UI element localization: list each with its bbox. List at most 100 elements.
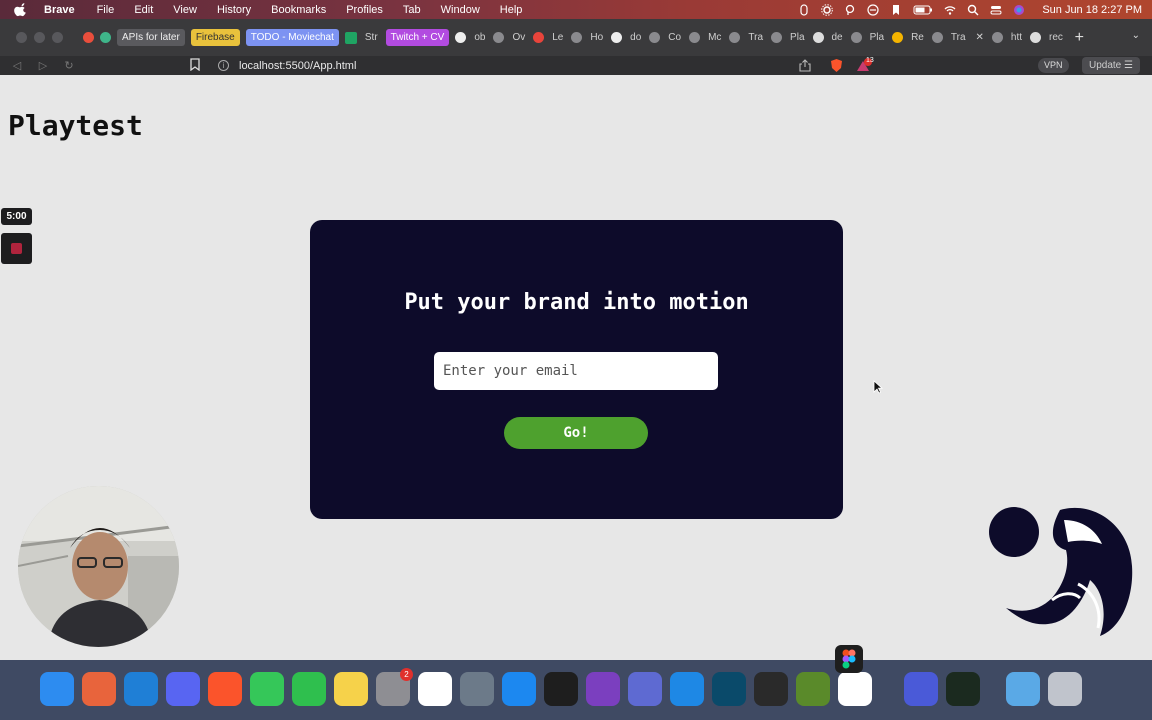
menu-app-name[interactable]: Brave xyxy=(44,4,75,16)
tab-icon[interactable] xyxy=(493,32,505,43)
forward-arrow-icon[interactable]: ▷ xyxy=(34,59,52,72)
bookmark-icon[interactable] xyxy=(190,58,200,71)
github-tab-icon[interactable] xyxy=(611,32,623,43)
notion-icon[interactable] xyxy=(418,672,452,706)
globe-tab-icon[interactable] xyxy=(649,32,661,43)
discord-icon[interactable] xyxy=(166,672,200,706)
siri-icon[interactable] xyxy=(1013,4,1025,16)
globe-tab-icon[interactable] xyxy=(689,32,701,43)
tab-group-twitch[interactable]: Twitch + CV xyxy=(385,29,450,46)
globe-tab-icon[interactable] xyxy=(729,32,741,43)
tab-short[interactable]: Co xyxy=(666,29,683,46)
league-icon[interactable] xyxy=(712,672,746,706)
folder-icon[interactable] xyxy=(1006,672,1040,706)
stop-recording-button[interactable] xyxy=(1,233,32,264)
menu-bookmarks[interactable]: Bookmarks xyxy=(271,4,326,16)
control-center-icon[interactable] xyxy=(990,4,1002,16)
new-tab-icon[interactable]: + xyxy=(1075,29,1084,47)
messages-icon[interactable] xyxy=(250,672,284,706)
zoom-window-button[interactable] xyxy=(52,32,63,43)
close-tab-icon[interactable]: ✕ xyxy=(974,29,986,46)
email-field[interactable] xyxy=(434,352,718,390)
google-tab-icon[interactable] xyxy=(1030,32,1042,43)
gmail-tab-icon[interactable] xyxy=(533,32,545,43)
bookmark-status-icon[interactable] xyxy=(890,4,902,16)
search-icon[interactable] xyxy=(967,4,979,16)
vscode-icon[interactable] xyxy=(124,672,158,706)
obs-icon[interactable] xyxy=(754,672,788,706)
menu-file[interactable]: File xyxy=(97,4,115,16)
figma-status-icon[interactable] xyxy=(798,3,810,16)
tab-icon[interactable] xyxy=(991,32,1003,43)
menu-edit[interactable]: Edit xyxy=(134,4,153,16)
menu-profiles[interactable]: Profiles xyxy=(346,4,383,16)
finder-icon[interactable] xyxy=(40,672,74,706)
brave-icon[interactable] xyxy=(208,672,242,706)
menu-history[interactable]: History xyxy=(217,4,251,16)
chevron-down-icon[interactable]: ⌄ xyxy=(1132,30,1140,41)
github-desktop-icon[interactable] xyxy=(586,672,620,706)
tab-short[interactable]: htt xyxy=(1009,29,1024,46)
linear-icon[interactable] xyxy=(628,672,662,706)
close-window-button[interactable] xyxy=(16,32,27,43)
go-button[interactable]: Go! xyxy=(504,417,648,449)
facetime-icon[interactable] xyxy=(292,672,326,706)
slack-icon[interactable] xyxy=(838,672,872,706)
minimize-window-button[interactable] xyxy=(34,32,45,43)
do-not-disturb-icon[interactable] xyxy=(867,3,879,16)
globe-tab-icon[interactable] xyxy=(931,32,943,43)
share-icon[interactable] xyxy=(799,59,811,72)
google-tab-icon[interactable] xyxy=(812,32,824,43)
system-settings-icon[interactable]: 2 xyxy=(376,668,413,706)
activity-monitor-icon[interactable] xyxy=(946,672,980,706)
figma-icon[interactable] xyxy=(835,645,863,673)
reload-icon[interactable]: ↻ xyxy=(60,59,78,72)
url-text[interactable]: localhost:5500/App.html xyxy=(239,60,356,72)
menu-view[interactable]: View xyxy=(173,4,197,16)
tab-short[interactable]: Mc xyxy=(706,29,723,46)
pin-status-icon[interactable] xyxy=(844,4,856,16)
sheets-tab-icon[interactable] xyxy=(344,31,357,44)
back-arrow-icon[interactable]: ◁ xyxy=(8,59,26,72)
tab-short[interactable]: Tra xyxy=(949,29,968,46)
tab-short[interactable]: Ho xyxy=(588,29,605,46)
menu-window[interactable]: Window xyxy=(441,4,480,16)
tab-icon[interactable] xyxy=(571,32,583,43)
app-store-icon[interactable] xyxy=(670,672,704,706)
drive-tab-icon[interactable] xyxy=(892,32,904,43)
globe-tab-icon[interactable] xyxy=(850,32,862,43)
spark-icon[interactable] xyxy=(904,672,938,706)
menu-help[interactable]: Help xyxy=(500,4,523,16)
github-tab-icon[interactable] xyxy=(455,32,467,43)
tab-str[interactable]: Str xyxy=(363,29,380,46)
vpn-button[interactable]: VPN xyxy=(1038,58,1069,73)
menu-tab[interactable]: Tab xyxy=(403,4,421,16)
tab-group-firebase[interactable]: Firebase xyxy=(190,29,240,46)
tab-short[interactable]: Le xyxy=(550,29,565,46)
tab-short[interactable]: Pla xyxy=(868,29,886,46)
tab-short[interactable]: Pla xyxy=(788,29,806,46)
preview-icon[interactable] xyxy=(460,672,494,706)
trash-icon[interactable] xyxy=(1048,672,1082,706)
xcode-icon[interactable] xyxy=(502,672,536,706)
tab-group-apis[interactable]: APIs for later xyxy=(117,29,185,46)
apple-icon[interactable] xyxy=(14,2,28,17)
tab-short[interactable]: de xyxy=(830,29,845,46)
minecraft-icon[interactable] xyxy=(796,672,830,706)
terminal-icon[interactable] xyxy=(544,672,578,706)
update-button[interactable]: Update ☰ xyxy=(1082,57,1140,74)
tab-short[interactable]: Tra xyxy=(746,29,765,46)
launchpad-icon[interactable] xyxy=(82,672,116,706)
globe-tab-icon[interactable] xyxy=(771,32,783,43)
tab-short[interactable]: Re xyxy=(909,29,926,46)
tab-group-todo[interactable]: TODO - Moviechat xyxy=(245,29,339,46)
tab-short[interactable]: do xyxy=(628,29,643,46)
battery-icon[interactable] xyxy=(913,4,933,16)
gear-status-icon[interactable] xyxy=(821,3,834,16)
tab-short[interactable]: ob xyxy=(472,29,487,46)
tab-short[interactable]: rec xyxy=(1047,29,1065,46)
pinned-tab-chatgpt-icon[interactable] xyxy=(100,32,111,43)
notes-icon[interactable] xyxy=(334,672,368,706)
menu-clock[interactable]: Sun Jun 18 2:27 PM xyxy=(1042,4,1142,16)
wifi-icon[interactable] xyxy=(944,4,956,16)
